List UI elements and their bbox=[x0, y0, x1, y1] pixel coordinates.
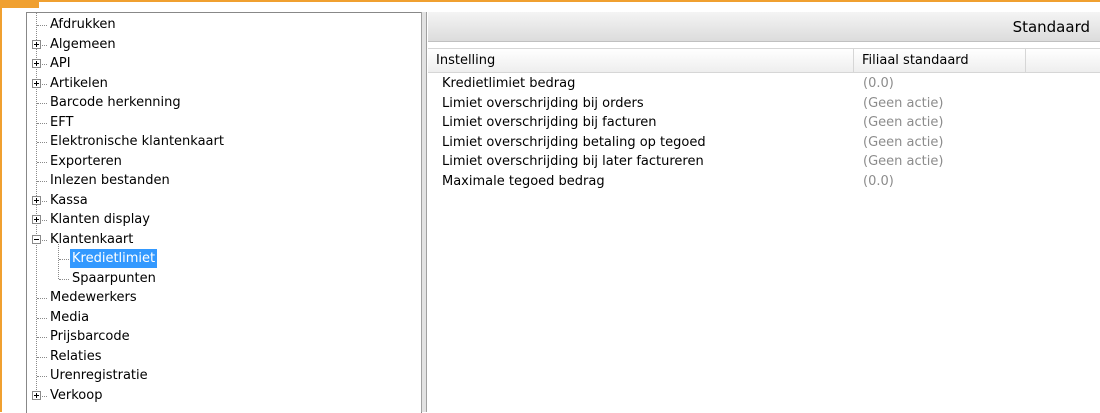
tree-item-label: API bbox=[50, 56, 71, 71]
tree-item-urenregistratie[interactable]: Urenregistratie bbox=[27, 366, 417, 385]
setting-name: Limiet overschrijding betaling op tegoed bbox=[442, 134, 706, 150]
tree-item-label: Elektronische klantenkaart bbox=[50, 134, 224, 149]
tree-branch-line bbox=[37, 376, 47, 377]
tree-item-label: Inlezen bestanden bbox=[50, 173, 170, 188]
tree-item-label: Klantenkaart bbox=[50, 231, 134, 247]
column-header-filiaal-standaard[interactable]: Filiaal standaard bbox=[854, 49, 1026, 72]
tree-branch-line bbox=[37, 181, 47, 182]
tree-item-label: Medewerkers bbox=[50, 290, 137, 305]
tree-branch-line bbox=[37, 103, 47, 104]
tree-item-prijsbarcode[interactable]: Prijsbarcode bbox=[27, 327, 417, 346]
tree-item-label: Kassa bbox=[50, 192, 88, 208]
tree-item-label: Prijsbarcode bbox=[50, 329, 130, 344]
tree-item-eft[interactable]: EFT bbox=[27, 113, 417, 132]
tree-item-medewerkers[interactable]: Medewerkers bbox=[27, 288, 417, 307]
expand-icon[interactable] bbox=[32, 215, 41, 224]
tree-item-label: Relaties bbox=[50, 348, 102, 364]
expand-icon[interactable] bbox=[32, 39, 41, 49]
tree-item-inlezen-bestanden[interactable]: Inlezen bestanden bbox=[27, 171, 417, 190]
tree-item-label: EFT bbox=[50, 114, 74, 130]
tree-branch-line bbox=[37, 317, 47, 319]
setting-value[interactable]: (0.0) bbox=[863, 74, 894, 94]
tree-item-kassa[interactable]: Kassa bbox=[27, 191, 417, 210]
tree-branch-line bbox=[37, 298, 47, 299]
settings-tree[interactable]: Afdrukken Algemeen API Artikelen Barcode her… bbox=[26, 12, 422, 413]
settings-panel: Standaard Instelling Filiaal standaard K… bbox=[428, 12, 1100, 412]
tree-item-artikelen[interactable]: Artikelen bbox=[27, 74, 417, 93]
setting-name: Limiet overschrijding bij later facturer… bbox=[442, 154, 704, 169]
tree-item-label: Exporteren bbox=[50, 153, 122, 169]
tree-item-label: Kredietlimiet bbox=[70, 249, 158, 268]
accent-left-border bbox=[0, 8, 2, 412]
column-header-instelling[interactable]: Instelling bbox=[428, 49, 854, 72]
setting-value[interactable]: (Geen actie) bbox=[863, 133, 943, 153]
setting-name: Limiet overschrijding bij facturen bbox=[442, 115, 657, 130]
panel-title: Standaard bbox=[1012, 18, 1090, 36]
setting-value[interactable]: (Geen actie) bbox=[863, 94, 943, 114]
tree-item-klanten-display[interactable]: Klanten display bbox=[27, 210, 417, 229]
expand-icon[interactable] bbox=[32, 59, 41, 68]
tree-branch-line bbox=[37, 356, 47, 358]
tree-branch-line bbox=[37, 161, 47, 163]
tree-item-afdrukken[interactable]: Afdrukken bbox=[27, 15, 417, 34]
tree-branch-line bbox=[37, 122, 47, 124]
accent-line bbox=[0, 0, 1100, 2]
setting-row[interactable]: Maximale tegoed bedrag (0.0) bbox=[428, 172, 1100, 192]
tree-item-label: Algemeen bbox=[50, 36, 116, 52]
expand-icon[interactable] bbox=[32, 78, 41, 88]
tree-item-label: Verkoop bbox=[50, 387, 103, 403]
tree-item-label: Klanten display bbox=[50, 212, 150, 227]
grid-header: Instelling Filiaal standaard bbox=[428, 48, 1100, 73]
setting-value[interactable]: (0.0) bbox=[863, 172, 894, 192]
setting-row[interactable]: Kredietlimiet bedrag (0.0) bbox=[428, 74, 1100, 94]
tree-item-elektronische-klantenkaart[interactable]: Elektronische klantenkaart bbox=[27, 132, 417, 151]
tree-item-verkoop[interactable]: Verkoop bbox=[27, 386, 417, 405]
setting-row[interactable]: Limiet overschrijding bij later facturer… bbox=[428, 152, 1100, 172]
setting-row[interactable]: Limiet overschrijding bij facturen (Geen … bbox=[428, 113, 1100, 133]
tree-item-label: Barcode herkenning bbox=[50, 95, 181, 110]
tree-branch-line bbox=[37, 142, 47, 143]
tree-item-api[interactable]: API bbox=[27, 54, 417, 73]
tree-item-label: Spaarpunten bbox=[72, 270, 156, 286]
setting-name: Kredietlimiet bedrag bbox=[442, 76, 576, 91]
collapse-icon[interactable] bbox=[32, 234, 41, 244]
tree-item-barcode-herkenning[interactable]: Barcode herkenning bbox=[27, 93, 417, 112]
tree-item-algemeen[interactable]: Algemeen bbox=[27, 35, 417, 54]
tree-item-label: Media bbox=[50, 309, 90, 325]
tree-item-label: Urenregistratie bbox=[50, 368, 148, 383]
tree-branch-line bbox=[59, 278, 69, 280]
tree-item-exporteren[interactable]: Exporteren bbox=[27, 152, 417, 171]
accent-tab bbox=[0, 2, 39, 8]
tree-branch-line bbox=[59, 259, 69, 260]
setting-row[interactable]: Limiet overschrijding betaling op tegoed… bbox=[428, 133, 1100, 153]
tree-item-klantenkaart[interactable]: Klantenkaart bbox=[27, 230, 417, 249]
tree-item-label: Artikelen bbox=[50, 75, 108, 91]
setting-name: Maximale tegoed bedrag bbox=[442, 173, 605, 189]
panel-splitter[interactable] bbox=[421, 12, 427, 412]
setting-row[interactable]: Limiet overschrijding bij orders (Geen ac… bbox=[428, 94, 1100, 114]
tree-branch-line bbox=[37, 337, 47, 338]
panel-header: Standaard bbox=[428, 12, 1100, 42]
setting-name: Limiet overschrijding bij orders bbox=[442, 95, 644, 111]
tree-branch-line bbox=[37, 25, 47, 26]
tree-item-kredietlimiet[interactable]: Kredietlimiet bbox=[27, 249, 417, 268]
setting-value[interactable]: (Geen actie) bbox=[863, 152, 943, 172]
expand-icon[interactable] bbox=[32, 195, 41, 205]
expand-icon[interactable] bbox=[32, 390, 41, 400]
tree-item-spaarpunten[interactable]: Spaarpunten bbox=[27, 269, 417, 288]
setting-value[interactable]: (Geen actie) bbox=[863, 113, 943, 133]
tree-item-relaties[interactable]: Relaties bbox=[27, 347, 417, 366]
tree-item-label: Afdrukken bbox=[50, 17, 116, 32]
tree-item-media[interactable]: Media bbox=[27, 308, 417, 327]
